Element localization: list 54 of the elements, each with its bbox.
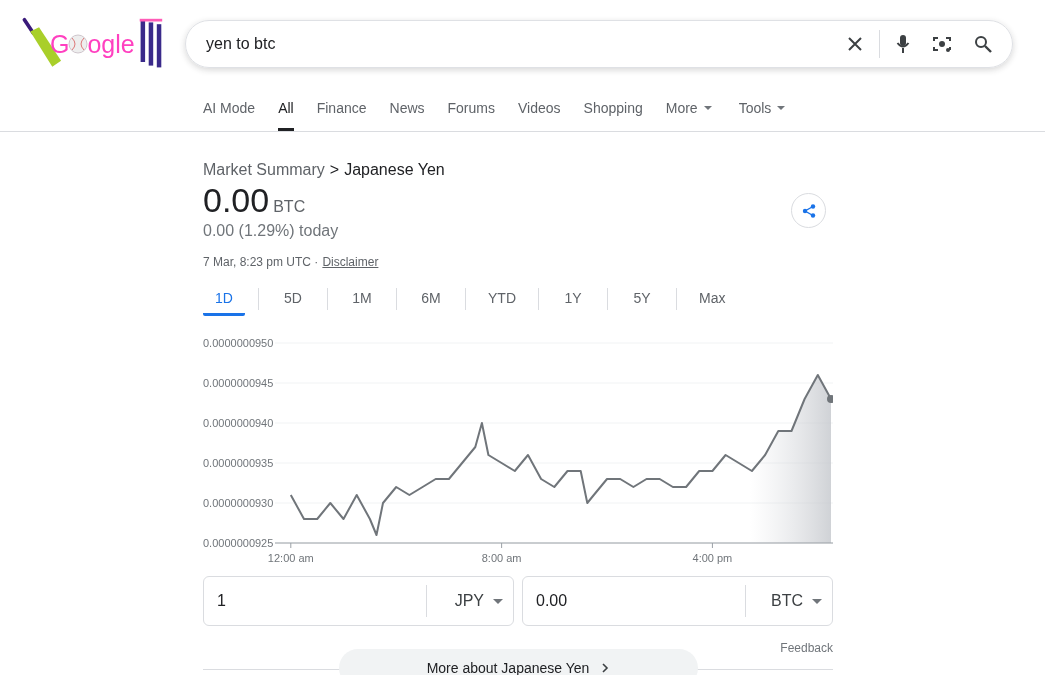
y-axis-label: 0.0000000935 bbox=[203, 457, 274, 469]
search-tab[interactable]: More bbox=[665, 100, 712, 131]
range-tab[interactable]: Max bbox=[690, 282, 735, 316]
x-axis-label: 4:00 pm bbox=[692, 552, 733, 564]
share-button[interactable] bbox=[791, 193, 826, 228]
range-tab[interactable]: YTD bbox=[479, 282, 525, 316]
search-tab[interactable]: Finance bbox=[316, 100, 367, 131]
search-tab[interactable]: All bbox=[278, 100, 294, 131]
share-icon bbox=[801, 203, 816, 218]
price-currency: BTC bbox=[273, 198, 306, 216]
range-tab[interactable]: 6M bbox=[410, 282, 452, 316]
close-icon[interactable] bbox=[847, 36, 863, 52]
camera-icon[interactable] bbox=[932, 35, 952, 53]
price-value: 0.00 bbox=[203, 181, 270, 220]
y-axis-label: 0.0000000945 bbox=[203, 377, 274, 389]
search-query: yen to btc bbox=[206, 35, 277, 53]
caret-icon bbox=[493, 598, 503, 604]
y-axis-label: 0.0000000930 bbox=[203, 497, 274, 509]
search-tab[interactable]: AI Mode bbox=[203, 100, 256, 131]
y-axis-label: 0.0000000940 bbox=[203, 417, 274, 429]
breadcrumb-link[interactable]: Market Summary bbox=[203, 161, 325, 179]
breadcrumb-separator: > bbox=[329, 161, 340, 179]
microphone-icon[interactable] bbox=[896, 34, 910, 54]
search-icon[interactable] bbox=[974, 35, 992, 53]
search-tab[interactable]: Tools bbox=[738, 100, 786, 131]
range-tab[interactable]: 5D bbox=[272, 282, 314, 316]
logo-text: ogle bbox=[87, 29, 135, 59]
more-about-button[interactable]: More about Japanese Yen bbox=[338, 649, 698, 675]
currency-dropdown[interactable]: JPY bbox=[427, 592, 513, 610]
logo-text: G bbox=[50, 29, 70, 59]
disclaimer-link[interactable]: Disclaimer bbox=[322, 255, 379, 269]
range-tab[interactable]: 1D bbox=[203, 282, 245, 316]
price-change: 0.00 (1.29%) today bbox=[203, 222, 339, 240]
y-axis-label: 0.0000000925 bbox=[203, 537, 274, 549]
cricket-ball-icon bbox=[68, 34, 89, 54]
caret-icon bbox=[812, 598, 822, 604]
search-tab[interactable]: Shopping bbox=[583, 100, 643, 131]
range-tab[interactable]: 1M bbox=[341, 282, 383, 316]
latest-point bbox=[827, 395, 833, 403]
amount-field[interactable]: 1 bbox=[204, 585, 427, 617]
x-axis-label: 12:00 am bbox=[267, 552, 314, 564]
range-tab[interactable]: 5Y bbox=[621, 282, 663, 316]
currency-dropdown[interactable]: BTC bbox=[746, 592, 832, 610]
feedback-link[interactable]: Feedback bbox=[780, 641, 833, 655]
search-tab[interactable]: News bbox=[389, 100, 425, 131]
search-tab[interactable]: Forums bbox=[447, 100, 495, 131]
x-axis-label: 8:00 am bbox=[481, 552, 522, 564]
amount-field[interactable]: 0.00 bbox=[523, 585, 746, 617]
search-tab[interactable]: Videos bbox=[518, 100, 561, 131]
y-axis-label: 0.0000000950 bbox=[203, 337, 274, 349]
breadcrumb-current: Japanese Yen bbox=[344, 161, 445, 179]
range-tab[interactable]: 1Y bbox=[552, 282, 594, 316]
chevron-icon bbox=[601, 662, 610, 674]
timestamp: 7 Mar, 8:23 pm UTC · bbox=[203, 255, 319, 269]
